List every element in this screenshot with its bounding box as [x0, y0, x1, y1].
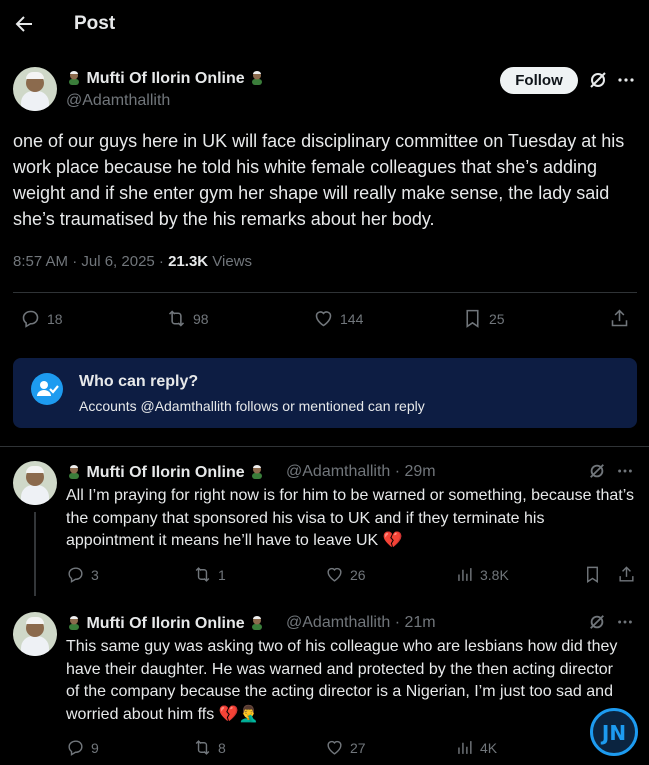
top-bar: Post	[0, 0, 649, 48]
page-title: Post	[74, 13, 116, 34]
back-arrow-icon[interactable]	[12, 12, 36, 36]
share-button[interactable]	[617, 565, 636, 584]
bookmark-icon	[587, 566, 598, 583]
person-emoji-icon	[252, 465, 263, 479]
reply-text: This same guy was asking two of his coll…	[66, 638, 618, 723]
person-emoji-icon	[69, 465, 79, 479]
views-chart-icon	[458, 568, 472, 581]
reply-icon	[68, 567, 83, 583]
person-emoji-icon	[252, 616, 263, 630]
author-name[interactable]: Mufti Of Ilorin Online	[66, 69, 265, 88]
grok-icon[interactable]	[588, 462, 606, 480]
views-button[interactable]: 3.8K	[455, 565, 509, 584]
heart-icon	[327, 740, 342, 755]
reply-restriction-title: Who can reply?	[79, 373, 199, 390]
person-emoji-icon	[69, 71, 79, 85]
reply-restriction-subtitle: Accounts @Adamthallith follows or mentio…	[79, 398, 425, 414]
post-text: one of our guys here in UK will face dis…	[13, 131, 625, 229]
reply-restriction-banner[interactable]: Who can reply? Accounts @Adamthallith fo…	[13, 358, 637, 428]
repost-button[interactable]: 98	[166, 308, 209, 329]
share-button[interactable]	[609, 308, 630, 329]
reply-handle-time[interactable]: @Adamthallith · 29m	[286, 463, 436, 481]
avatar[interactable]	[13, 612, 57, 656]
person-emoji-icon	[69, 616, 79, 630]
reply-author-name[interactable]: Mufti Of Ilorin Online	[66, 463, 265, 482]
repost-icon	[168, 310, 185, 327]
reply-author-name[interactable]: Mufti Of Ilorin Online	[66, 614, 265, 633]
reply-button[interactable]: 3	[66, 565, 99, 584]
follow-button[interactable]: Follow	[500, 67, 578, 94]
reply-button[interactable]: 18	[20, 308, 63, 329]
bookmark-icon	[466, 309, 479, 328]
avatar[interactable]	[13, 461, 57, 505]
like-button[interactable]: 27	[325, 738, 366, 757]
reply-button[interactable]: 9	[66, 738, 99, 757]
watermark-logo: JN	[590, 708, 638, 756]
author-handle[interactable]: @Adamthallith	[66, 92, 170, 110]
views-count: 21.3K	[168, 253, 209, 270]
reply-icon	[68, 740, 83, 756]
views-label: Views	[208, 253, 253, 270]
views-chart-icon	[458, 741, 472, 754]
heart-icon	[327, 567, 342, 582]
post-time[interactable]: 8:57 AM · Jul 6, 2025 ·	[13, 253, 168, 270]
thread-line	[34, 512, 36, 596]
divider	[0, 446, 649, 447]
reply-icon	[22, 310, 39, 328]
repost-icon	[195, 567, 210, 582]
avatar[interactable]	[13, 67, 57, 111]
like-button[interactable]: 144	[313, 308, 363, 329]
grok-icon[interactable]	[588, 613, 606, 631]
views-button[interactable]: 4K	[455, 738, 497, 757]
more-icon[interactable]	[616, 462, 634, 480]
share-icon	[611, 309, 628, 327]
post-meta: 8:57 AM · Jul 6, 2025 · 21.3K Views	[13, 253, 252, 270]
grok-icon[interactable]	[588, 70, 608, 90]
more-icon[interactable]	[616, 613, 634, 631]
like-button[interactable]: 26	[325, 565, 366, 584]
repost-icon	[195, 740, 210, 755]
reply-handle-time[interactable]: @Adamthallith · 21m	[286, 614, 436, 632]
repost-button[interactable]: 8	[193, 738, 226, 757]
mention-people-icon	[31, 373, 63, 405]
more-icon[interactable]	[616, 70, 636, 90]
heart-icon	[315, 311, 332, 327]
bookmark-button[interactable]	[583, 565, 602, 584]
author-name-text: Mufti Of Ilorin Online	[86, 70, 245, 87]
repost-button[interactable]: 1	[193, 565, 226, 584]
reply-text: All I’m praying for right now is for him…	[66, 487, 634, 549]
divider	[13, 292, 637, 293]
person-emoji-icon	[252, 71, 263, 85]
share-icon	[619, 566, 634, 582]
bookmark-button[interactable]: 25	[462, 308, 505, 329]
